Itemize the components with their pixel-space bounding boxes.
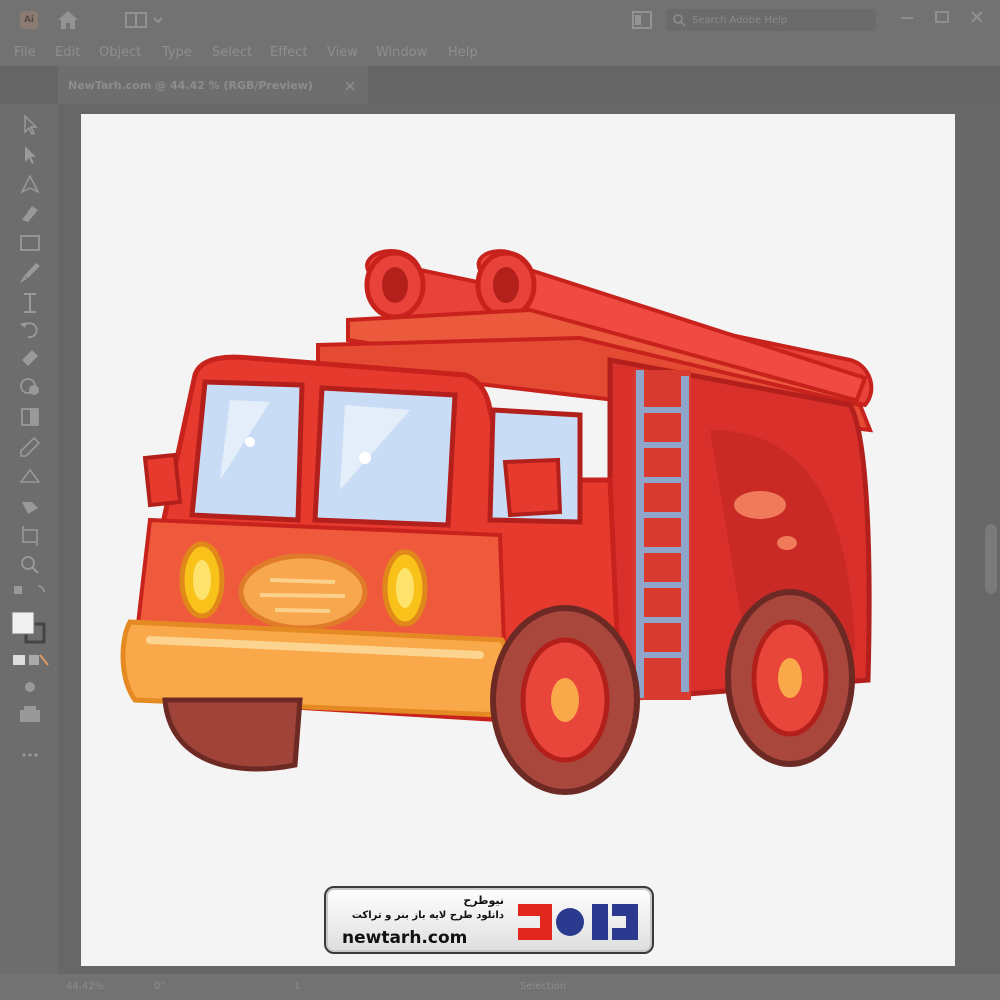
paintbrush-tool-icon[interactable] bbox=[16, 260, 44, 286]
scale-tool-icon[interactable] bbox=[16, 290, 44, 316]
screen-mode-icon[interactable] bbox=[16, 702, 44, 728]
arrange-icon[interactable] bbox=[632, 11, 652, 29]
document-tab-bar: NewTarh.com @ 44.42 % (RGB/Preview) bbox=[0, 66, 1000, 104]
rectangle-tool-icon[interactable] bbox=[16, 230, 44, 256]
menu-type[interactable]: Type bbox=[162, 45, 192, 60]
artboard-tool-icon[interactable] bbox=[16, 522, 44, 548]
search-icon bbox=[673, 14, 686, 27]
eraser-tool-icon[interactable] bbox=[16, 344, 44, 370]
watermark-site: newtarh.com bbox=[342, 928, 468, 948]
eyedropper-tool-icon[interactable] bbox=[16, 434, 44, 460]
blend-tool-icon[interactable] bbox=[16, 464, 44, 490]
watermark-logo: نیوطرح دانلود طرح لایه باز بنر و تراکت n… bbox=[324, 886, 654, 954]
watermark-subtitle: دانلود طرح لایه باز بنر و تراکت bbox=[351, 910, 504, 921]
zoom-level-field[interactable]: 44.42% bbox=[62, 979, 142, 995]
zoom-level: 44.42% bbox=[66, 981, 105, 992]
rotate-tool-icon[interactable] bbox=[16, 316, 44, 342]
rotation-value: 0° bbox=[154, 981, 166, 992]
home-icon[interactable] bbox=[55, 8, 81, 32]
menu-view[interactable]: View bbox=[327, 45, 358, 60]
gradient-tool-icon[interactable] bbox=[16, 404, 44, 430]
zoom-tool-icon[interactable] bbox=[16, 552, 44, 578]
maximize-icon[interactable] bbox=[930, 6, 954, 30]
artboard-navigator[interactable]: 1 bbox=[290, 979, 360, 995]
watermark-title: نیوطرح bbox=[463, 894, 504, 907]
close-icon[interactable] bbox=[965, 6, 989, 30]
menu-edit[interactable]: Edit bbox=[55, 45, 80, 60]
more-tools-icon[interactable] bbox=[16, 742, 44, 768]
pen-tool-icon[interactable] bbox=[16, 172, 44, 198]
tab-close-icon[interactable] bbox=[344, 80, 356, 92]
curvature-tool-icon[interactable] bbox=[16, 200, 44, 226]
draw-mode-icon[interactable] bbox=[16, 674, 44, 700]
search-field[interactable] bbox=[666, 9, 876, 31]
symbol-sprayer-tool-icon[interactable] bbox=[16, 494, 44, 520]
minimize-icon[interactable] bbox=[895, 6, 919, 30]
document-tab[interactable]: NewTarh.com @ 44.42 % (RGB/Preview) bbox=[58, 66, 368, 104]
menu-effect[interactable]: Effect bbox=[270, 45, 307, 60]
scrollbar-thumb[interactable] bbox=[985, 524, 997, 594]
document-tab-title: NewTarh.com @ 44.42 % (RGB/Preview) bbox=[68, 79, 313, 92]
current-tool-label: Selection bbox=[520, 981, 567, 992]
menu-help[interactable]: Help bbox=[448, 45, 478, 60]
artboard-number: 1 bbox=[294, 981, 301, 992]
workspace-icon[interactable] bbox=[124, 10, 170, 30]
app-logo: Ai bbox=[20, 11, 38, 29]
search-input[interactable] bbox=[692, 12, 872, 28]
watermark-logo-mark bbox=[518, 904, 638, 940]
color-mode-icon[interactable] bbox=[10, 650, 50, 670]
shape-builder-tool-icon[interactable] bbox=[16, 374, 44, 400]
fill-stroke-swatch-icon[interactable] bbox=[10, 610, 50, 646]
selection-tool-icon[interactable] bbox=[16, 112, 44, 138]
menu-select[interactable]: Select bbox=[212, 45, 252, 60]
default-colors-icon[interactable] bbox=[10, 582, 50, 608]
fire-truck-illustration bbox=[120, 249, 874, 795]
direct-selection-tool-icon[interactable] bbox=[16, 142, 44, 168]
rotation-field[interactable]: 0° bbox=[150, 979, 210, 995]
menu-window[interactable]: Window bbox=[376, 45, 427, 60]
menu-file[interactable]: File bbox=[14, 45, 36, 60]
menu-bar: File Edit Object Type Select Effect View… bbox=[0, 40, 1000, 66]
menu-object[interactable]: Object bbox=[99, 45, 141, 60]
